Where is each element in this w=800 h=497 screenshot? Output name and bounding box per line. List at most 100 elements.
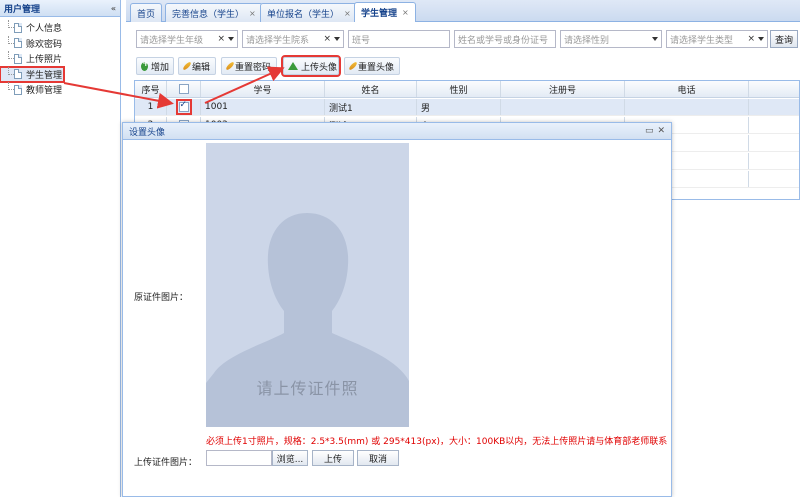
document-icon xyxy=(14,69,22,80)
document-icon xyxy=(14,53,22,64)
clear-icon[interactable]: × xyxy=(217,34,225,44)
cell-reg-no xyxy=(501,99,625,115)
column-header-reg-no[interactable]: 注册号 xyxy=(501,81,625,97)
select-all-checkbox[interactable] xyxy=(178,84,189,94)
input-placeholder: 班号 xyxy=(352,35,371,46)
upload-arrow-icon xyxy=(288,62,298,70)
gender-select[interactable]: 请选择性别 xyxy=(560,30,662,48)
cell-gender: 男 xyxy=(417,99,501,115)
table-row[interactable]: 1 1001 测试1 男 xyxy=(135,99,799,116)
upload-button[interactable]: 上传 xyxy=(312,450,354,466)
sidebar: 用户管理 « 个人信息 赊欢密码 上传照片 学生管理 教师管理 xyxy=(0,0,121,497)
pencil-icon xyxy=(348,61,358,71)
tab-label: 首页 xyxy=(137,9,156,20)
plus-icon xyxy=(141,59,150,71)
button-label: 增加 xyxy=(150,62,169,73)
student-type-select[interactable]: 请选择学生类型 × xyxy=(666,30,768,48)
close-icon[interactable]: ✕ xyxy=(657,126,665,136)
sidebar-item-label: 上传照片 xyxy=(26,55,63,66)
button-label: 重置密码 xyxy=(235,62,272,73)
tab-home[interactable]: 首页 xyxy=(130,3,163,22)
grade-select[interactable]: 请选择学生年级 × xyxy=(136,30,238,48)
sidebar-item-upload-photo[interactable]: 上传照片 xyxy=(0,51,120,67)
grid-header: 序号 学号 姓名 性别 注册号 电话 xyxy=(135,81,799,98)
chevron-down-icon[interactable] xyxy=(228,37,234,41)
dialog-header: 设置头像 ▭ ✕ xyxy=(123,123,671,140)
pencil-icon xyxy=(225,61,235,71)
upload-notice: 必须上传1寸照片，规格：2.5*3.5(mm) 或 295*413(px)，大小… xyxy=(206,437,668,447)
tab-complete-info[interactable]: 完善信息（学生） × xyxy=(165,3,263,22)
button-label: 编辑 xyxy=(192,62,211,73)
upload-photo-label: 上传证件图片： xyxy=(134,458,198,468)
column-header-select[interactable] xyxy=(167,81,201,97)
browse-button[interactable]: 浏览... xyxy=(272,450,308,466)
cell-phone xyxy=(625,99,749,115)
app-root: 用户管理 « 个人信息 赊欢密码 上传照片 学生管理 教师管理 首页 完善信息（… xyxy=(0,0,800,497)
document-icon xyxy=(14,84,22,95)
button-label: 重置头像 xyxy=(358,62,395,73)
tab-unit-signup[interactable]: 单位报名（学生） × xyxy=(260,3,358,22)
edit-button[interactable]: 编辑 xyxy=(178,57,216,75)
select-placeholder: 请选择学生年级 xyxy=(140,35,204,46)
tab-label: 学生管理 xyxy=(361,9,398,19)
photo-preview: 请上传证件照 xyxy=(206,143,409,427)
row-checkbox[interactable] xyxy=(175,99,192,115)
reset-avatar-button[interactable]: 重置头像 xyxy=(344,57,400,75)
close-icon[interactable]: × xyxy=(402,8,409,17)
clear-icon[interactable]: × xyxy=(323,34,331,44)
select-placeholder: 请选择学生院系 xyxy=(246,35,310,46)
dialog-title: 设置头像 xyxy=(129,127,166,138)
column-header-student-id[interactable]: 学号 xyxy=(201,81,325,97)
column-header-phone[interactable]: 电话 xyxy=(625,81,749,97)
tab-student-management[interactable]: 学生管理 × xyxy=(354,2,416,22)
set-avatar-dialog: 设置头像 ▭ ✕ 原证件图片： 请上传证件照 必须上传1寸照片，规格：2.5*3… xyxy=(122,122,672,497)
reset-password-button[interactable]: 重置密码 xyxy=(221,57,277,75)
tab-label: 完善信息（学生） xyxy=(172,9,245,20)
sidebar-item-password[interactable]: 赊欢密码 xyxy=(0,35,120,52)
file-path-input[interactable] xyxy=(206,450,272,466)
tab-bar: 首页 完善信息（学生） × 单位报名（学生） × 学生管理 × xyxy=(126,0,800,22)
select-placeholder: 请选择性别 xyxy=(564,35,610,46)
sidebar-item-student-management[interactable]: 学生管理 xyxy=(0,65,65,83)
department-select[interactable]: 请选择学生院系 × xyxy=(242,30,344,48)
clear-icon[interactable]: × xyxy=(747,34,755,44)
pencil-icon xyxy=(182,61,192,71)
chevron-down-icon[interactable] xyxy=(758,37,764,41)
column-header-name[interactable]: 姓名 xyxy=(325,81,417,97)
add-button[interactable]: 增加 xyxy=(136,57,174,75)
document-icon xyxy=(14,22,22,33)
sidebar-item-teacher-management[interactable]: 教师管理 xyxy=(0,82,120,98)
column-header-gender[interactable]: 性别 xyxy=(417,81,501,97)
sidebar-header: 用户管理 « xyxy=(0,0,120,17)
upload-avatar-button[interactable]: 上传头像 xyxy=(281,55,341,77)
cell-student-id: 1001 xyxy=(201,99,325,115)
sidebar-title: 用户管理 xyxy=(4,4,41,15)
sidebar-item-label: 赊欢密码 xyxy=(26,39,63,50)
action-toolbar: 增加 编辑 重置密码 上传头像 重置头像 xyxy=(134,55,800,77)
input-placeholder: 姓名或学号或身份证号 xyxy=(458,35,549,46)
original-photo-label: 原证件图片： xyxy=(134,293,189,303)
select-placeholder: 请选择学生类型 xyxy=(670,35,734,46)
collapse-icon[interactable]: « xyxy=(111,4,116,13)
name-id-input[interactable]: 姓名或学号或身份证号 xyxy=(454,30,556,48)
filter-bar: 请选择学生年级 × 请选择学生院系 × 班号 姓名或学号或身份证号 请选择性别 … xyxy=(134,30,800,50)
class-input[interactable]: 班号 xyxy=(348,30,450,48)
photo-placeholder-text: 请上传证件照 xyxy=(256,379,359,398)
sidebar-item-label: 教师管理 xyxy=(26,86,63,97)
chevron-down-icon[interactable] xyxy=(652,37,658,41)
tab-label: 单位报名（学生） xyxy=(267,9,340,20)
cancel-button[interactable]: 取消 xyxy=(357,450,399,466)
close-icon[interactable]: × xyxy=(344,9,351,18)
cell-name: 测试1 xyxy=(325,99,417,115)
row-no: 1 xyxy=(135,99,167,115)
chevron-down-icon[interactable] xyxy=(334,37,340,41)
sidebar-item-profile[interactable]: 个人信息 xyxy=(0,20,120,36)
column-header-no[interactable]: 序号 xyxy=(135,81,167,97)
document-icon xyxy=(14,38,22,49)
button-label: 上传头像 xyxy=(301,62,338,73)
query-button[interactable]: 查询 xyxy=(770,30,798,48)
maximize-icon[interactable]: ▭ xyxy=(645,126,654,136)
close-icon[interactable]: × xyxy=(249,9,256,18)
sidebar-item-label: 学生管理 xyxy=(26,70,63,81)
sidebar-item-label: 个人信息 xyxy=(26,24,63,35)
